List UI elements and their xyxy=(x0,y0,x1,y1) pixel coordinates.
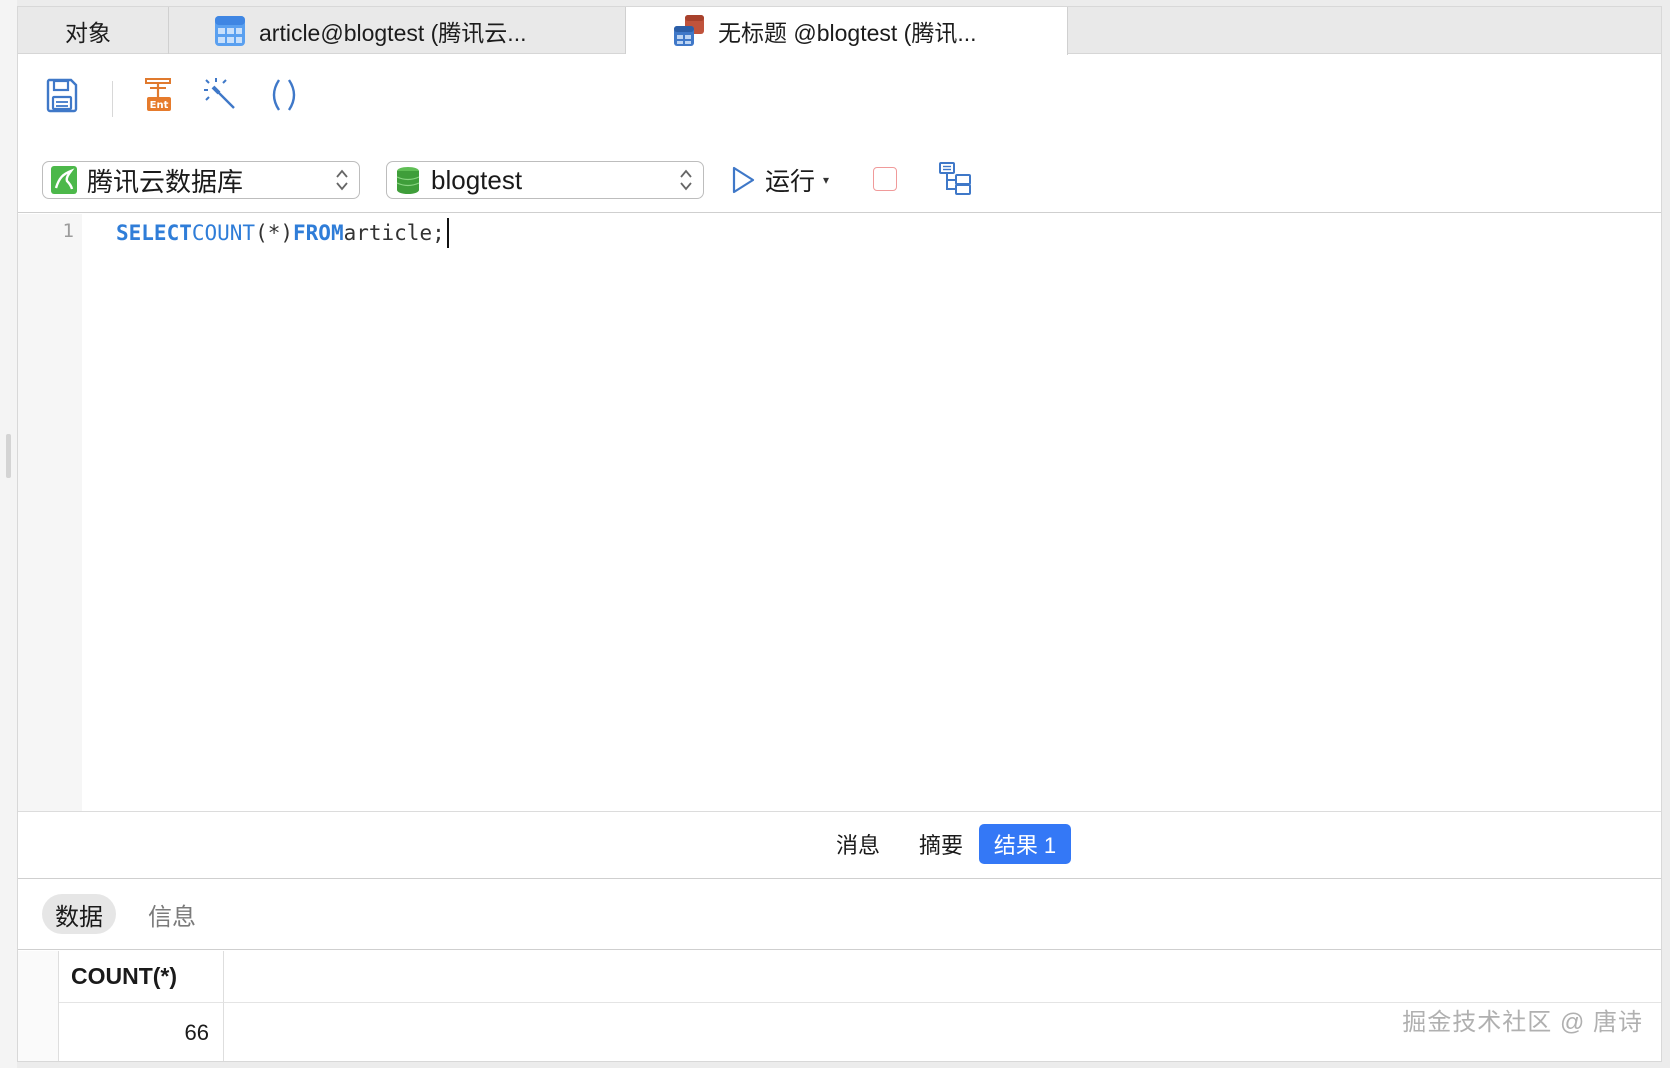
run-button-label: 运行 xyxy=(765,168,816,196)
query-window: 对象 article@blogtest (腾讯云... 无标题 @blogtes… xyxy=(17,6,1662,1062)
save-icon xyxy=(46,78,78,113)
left-edge-strip xyxy=(0,0,17,1068)
function-count: COUNT xyxy=(191,221,256,245)
keyword-from: FROM xyxy=(293,221,344,245)
stop-button[interactable] xyxy=(873,167,897,191)
column-header-filler xyxy=(224,951,1661,1003)
connection-select-value: 腾讯云数据库 xyxy=(87,166,244,197)
run-dropdown-caret[interactable]: ▾ xyxy=(823,173,829,187)
tab-untitled-label: 无标题 @blogtest (腾讯... xyxy=(718,20,977,46)
table-name-token: article; xyxy=(343,221,445,245)
tab-info[interactable]: 信息 xyxy=(142,894,202,934)
tab-bar: 对象 article@blogtest (腾讯云... 无标题 @blogtes… xyxy=(18,7,1661,55)
tab-article-table[interactable]: article@blogtest (腾讯云... xyxy=(169,7,626,54)
parentheses-icon xyxy=(272,79,296,111)
connection-select[interactable]: 腾讯云数据库 xyxy=(42,161,360,199)
play-icon xyxy=(732,166,755,194)
result-grid[interactable]: COUNT(*) 66 掘金技术社区 @ 唐诗 xyxy=(18,951,1661,1061)
run-button[interactable]: 运行 ▾ xyxy=(729,161,829,199)
table-cell[interactable]: 66 xyxy=(59,1003,224,1061)
count-args: (*) xyxy=(255,221,294,245)
sql-editor[interactable]: 1 SELECT COUNT (*) FROM article; xyxy=(18,214,1661,811)
tab-objects-label: 对象 xyxy=(65,19,111,46)
tab-article-label: article@blogtest (腾讯云... xyxy=(259,19,527,46)
code-line[interactable]: SELECT COUNT (*) FROM article; xyxy=(116,218,449,248)
tab-summary[interactable]: 摘要 xyxy=(911,824,971,864)
database-select[interactable]: blogtest xyxy=(386,161,704,199)
chevron-updown-icon xyxy=(680,169,692,191)
svg-text:Ent: Ent xyxy=(150,100,169,111)
text-format-icon: Ent xyxy=(145,78,171,111)
tab-messages[interactable]: 消息 xyxy=(828,824,888,864)
result-view-tabs: 数据 信息 xyxy=(18,880,1661,950)
parentheses-button[interactable] xyxy=(264,75,304,115)
beautify-sql-button[interactable] xyxy=(201,75,241,115)
query-icon xyxy=(672,14,706,48)
row-header-column xyxy=(18,951,59,1061)
text-format-button[interactable]: Ent xyxy=(138,75,178,115)
toolbar-separator xyxy=(112,81,113,117)
magic-wand-icon xyxy=(204,78,235,109)
explain-tree-icon xyxy=(939,162,971,195)
sidebar-resize-handle[interactable] xyxy=(6,434,11,478)
explain-button[interactable] xyxy=(938,161,972,197)
text-cursor xyxy=(446,218,449,248)
mysql-connection-icon xyxy=(51,166,77,194)
save-button[interactable] xyxy=(42,75,82,115)
line-number: 1 xyxy=(62,220,74,242)
table-icon xyxy=(213,14,247,48)
tab-untitled-query[interactable]: 无标题 @blogtest (腾讯... xyxy=(626,7,1068,55)
database-icon xyxy=(395,166,421,194)
result-tab-bar: 消息 摘要 结果 1 xyxy=(18,811,1661,879)
tab-result-1[interactable]: 结果 1 xyxy=(979,824,1071,864)
line-number-gutter: 1 xyxy=(18,214,82,811)
keyword-select: SELECT xyxy=(116,221,192,245)
editor-toolbar: Ent xyxy=(18,55,1661,147)
database-select-value: blogtest xyxy=(431,164,523,195)
tab-data[interactable]: 数据 xyxy=(42,894,116,934)
column-header[interactable]: COUNT(*) xyxy=(59,951,224,1003)
tab-objects[interactable]: 对象 xyxy=(18,7,169,54)
chevron-updown-icon xyxy=(336,169,348,191)
watermark: 掘金技术社区 @ 唐诗 xyxy=(1402,1009,1643,1036)
connection-selector-row: 腾讯云数据库 blogtest 运行 ▾ xyxy=(18,147,1661,213)
